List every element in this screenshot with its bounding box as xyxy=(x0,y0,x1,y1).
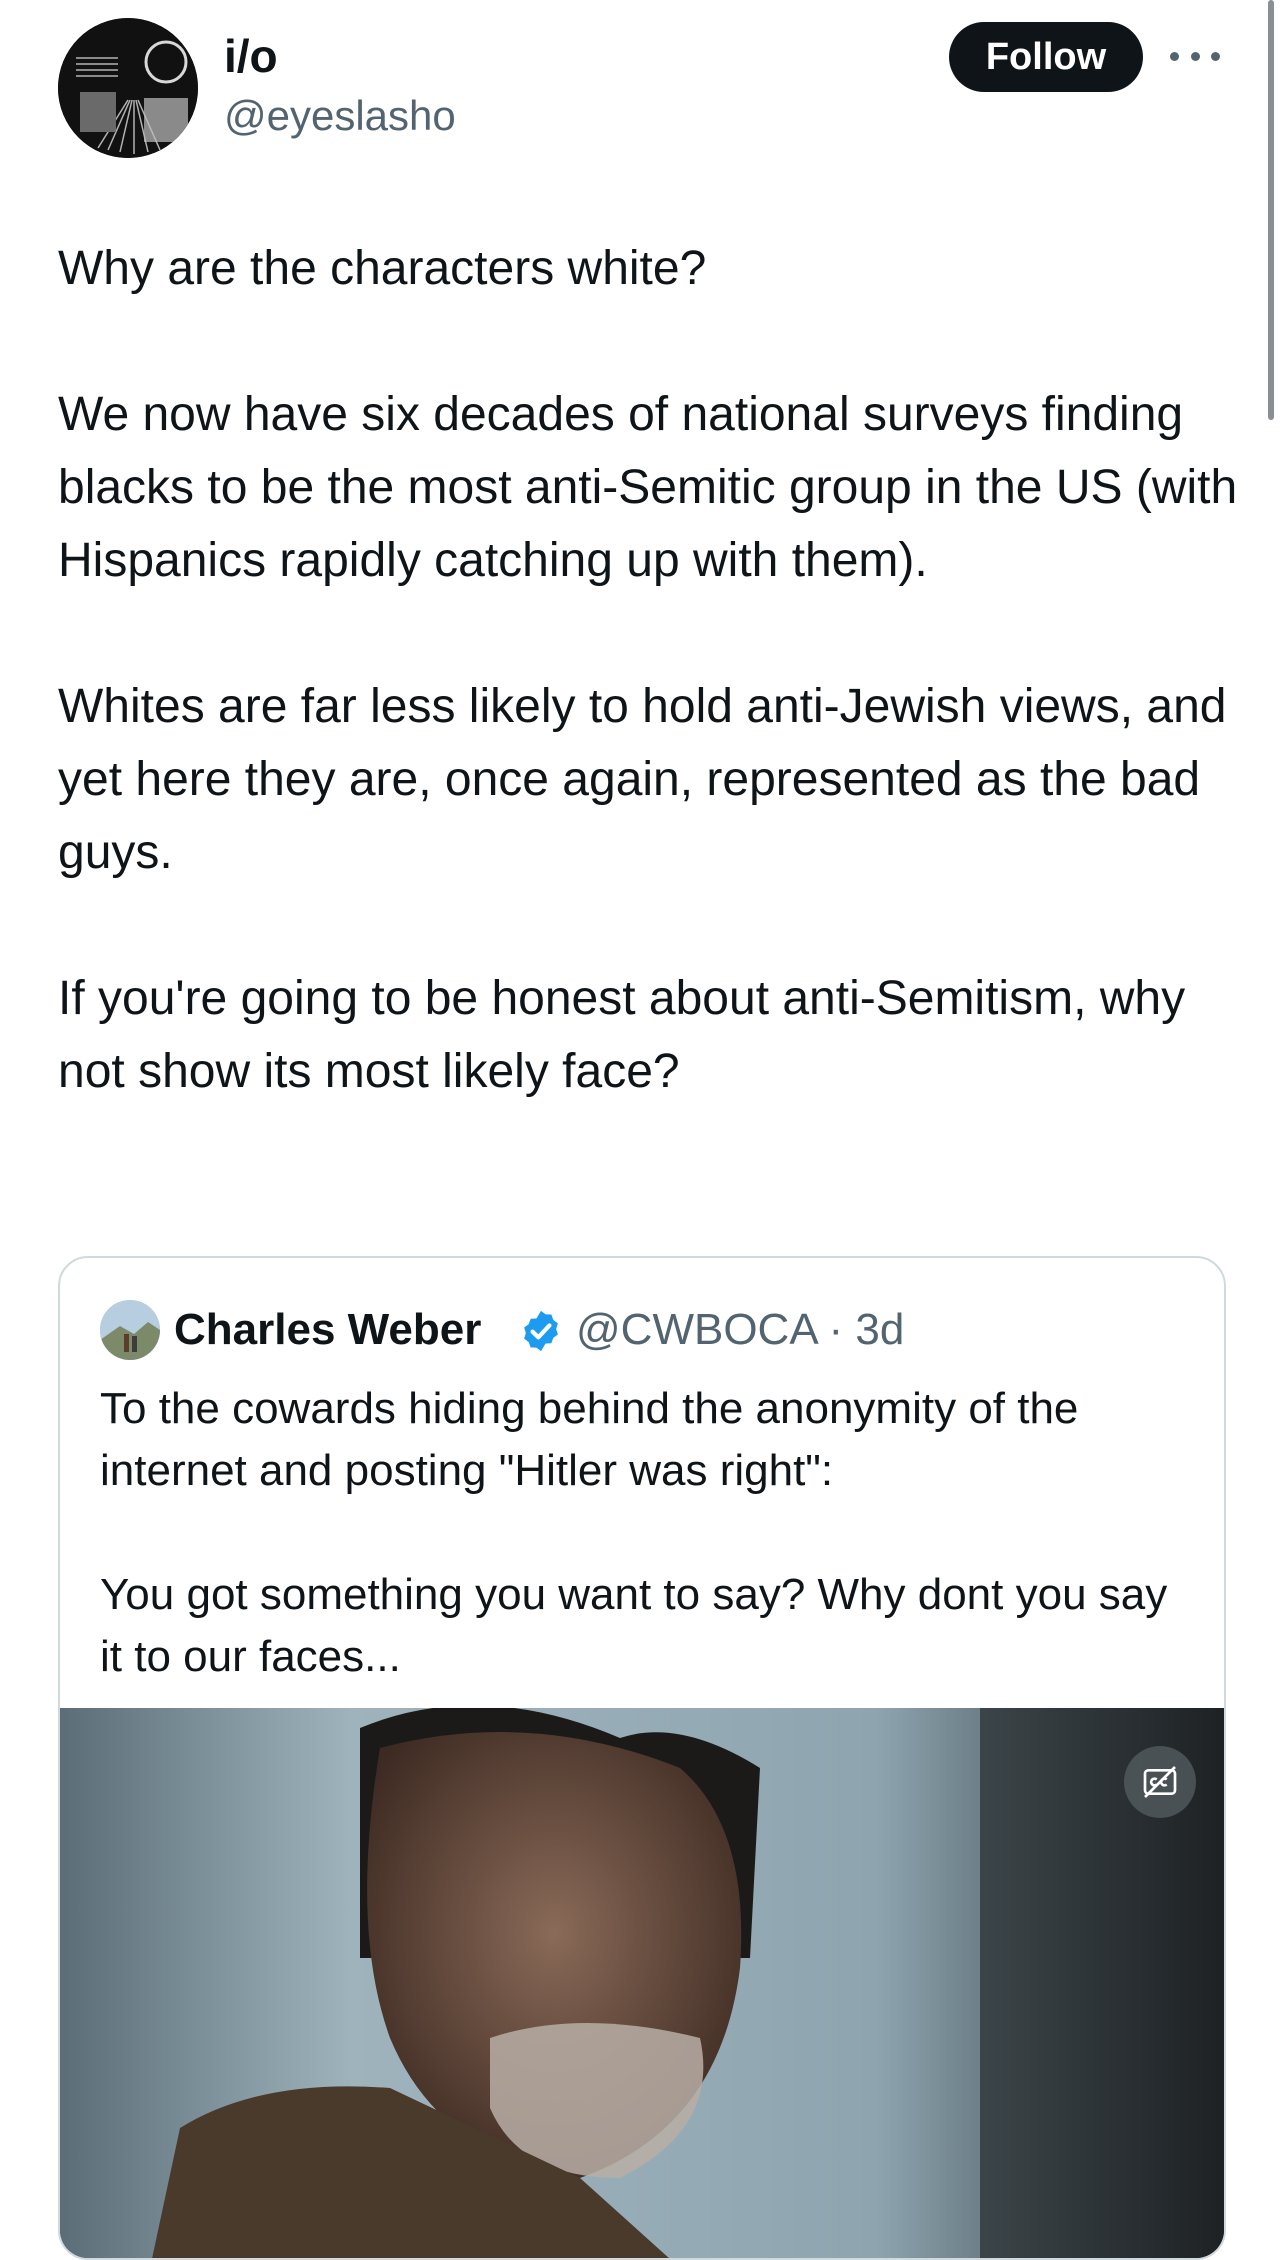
quoted-author-name[interactable]: Charles Weber xyxy=(174,1302,481,1358)
closed-captions-icon[interactable] xyxy=(1124,1746,1196,1818)
quoted-paragraph: You got something you want to say? Why d… xyxy=(100,1570,1168,1681)
verified-badge-icon xyxy=(518,1308,564,1354)
tweet-paragraph: We now have six decades of national surv… xyxy=(58,388,1238,587)
tweet-paragraph: If you're going to be honest about anti-… xyxy=(58,972,1186,1098)
quoted-handle[interactable]: @CWBOCA xyxy=(576,1305,816,1354)
quoted-paragraph: To the cowards hiding behind the anonymi… xyxy=(100,1384,1079,1495)
quoted-author-avatar xyxy=(100,1300,160,1360)
quoted-time: · 3d xyxy=(828,1305,905,1354)
author-display-name[interactable]: i/o xyxy=(224,28,278,84)
quoted-tweet-card[interactable]: Charles Weber @CWBOCA · 3d To the coward… xyxy=(58,1256,1226,2260)
quoted-author-handle: @CWBOCA · 3d xyxy=(576,1302,904,1358)
quoted-tweet-text: To the cowards hiding behind the anonymi… xyxy=(100,1378,1190,1688)
quoted-video-thumbnail[interactable] xyxy=(60,1708,1224,2258)
tweet-paragraph: Why are the characters white? xyxy=(58,242,707,295)
tweet-paragraph: Whites are far less likely to hold anti-… xyxy=(58,680,1227,879)
author-handle[interactable]: @eyeslasho xyxy=(224,90,456,142)
scrollbar[interactable] xyxy=(1268,0,1274,420)
tweet-text: Why are the characters white? We now hav… xyxy=(58,232,1238,1108)
follow-button[interactable]: Follow xyxy=(949,22,1143,92)
author-avatar[interactable] xyxy=(58,18,198,158)
ellipsis-icon[interactable] xyxy=(1170,38,1220,74)
